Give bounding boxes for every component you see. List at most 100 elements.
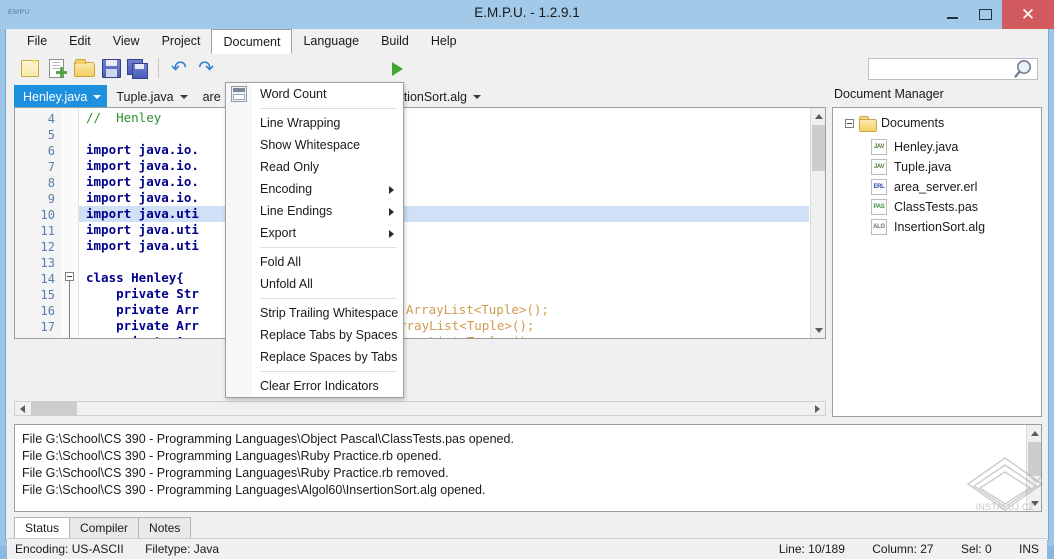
menu-separator bbox=[260, 371, 397, 372]
close-button[interactable]: ✕ bbox=[1002, 0, 1054, 29]
scroll-thumb[interactable] bbox=[1028, 442, 1041, 476]
tab-compiler[interactable]: Compiler bbox=[69, 517, 140, 540]
tree-root-documents[interactable]: Documents bbox=[845, 115, 944, 132]
close-icon: ✕ bbox=[1020, 5, 1036, 24]
line-number-gutter: 4 5 6 7 8 9 10 11 12 13 14 15 16 17 18 1… bbox=[15, 108, 61, 338]
hscroll-thumb[interactable] bbox=[31, 402, 77, 415]
save-all-button[interactable] bbox=[126, 56, 150, 80]
tab-status[interactable]: Status bbox=[14, 517, 71, 540]
menu-item-line-wrapping[interactable]: Line Wrapping bbox=[226, 112, 403, 134]
search-box[interactable] bbox=[868, 58, 1038, 80]
chevron-up-icon bbox=[1031, 431, 1039, 436]
editor-vertical-scrollbar[interactable] bbox=[810, 108, 825, 338]
search-input[interactable] bbox=[869, 59, 1015, 79]
code-text-area[interactable]: // Henley import java.io. import java.io… bbox=[78, 108, 809, 338]
fold-column[interactable] bbox=[61, 108, 79, 338]
application-window: EMPU E.M.P.U. - 1.2.9.1 ✕ File Edit View… bbox=[0, 0, 1054, 559]
menu-item-replace-tabs-by-spaces[interactable]: Replace Tabs by Spaces bbox=[226, 324, 403, 346]
menu-item-read-only[interactable]: Read Only bbox=[226, 156, 403, 178]
menu-item-line-endings[interactable]: Line Endings bbox=[226, 200, 403, 222]
maximize-button[interactable] bbox=[969, 0, 1002, 29]
menu-item-word-count[interactable]: Word Count bbox=[226, 83, 403, 105]
open-file-button[interactable] bbox=[72, 56, 96, 80]
save-button[interactable] bbox=[99, 56, 123, 80]
word-count-icon bbox=[231, 86, 247, 102]
log-vertical-scrollbar[interactable] bbox=[1026, 425, 1041, 511]
chevron-down-icon[interactable] bbox=[472, 94, 481, 99]
scroll-right-button[interactable] bbox=[810, 402, 825, 415]
menu-edit[interactable]: Edit bbox=[58, 29, 102, 53]
log-line: File G:\School\CS 390 - Programming Lang… bbox=[22, 432, 514, 446]
search-icon[interactable] bbox=[1011, 57, 1039, 83]
chevron-left-icon bbox=[20, 405, 25, 413]
menu-separator bbox=[260, 247, 397, 248]
scroll-thumb[interactable] bbox=[812, 125, 825, 171]
menu-view[interactable]: View bbox=[102, 29, 151, 53]
tab-henley-java[interactable]: Henley.java bbox=[14, 85, 108, 107]
pascal-file-icon: PAS bbox=[871, 199, 887, 215]
menu-item-replace-spaces-by-tabs[interactable]: Replace Spaces by Tabs bbox=[226, 346, 403, 368]
scroll-up-button[interactable] bbox=[811, 108, 825, 124]
tree-item-tuple-java[interactable]: JAV Tuple.java bbox=[871, 159, 951, 175]
menu-item-label: Replace Spaces by Tabs bbox=[260, 350, 398, 364]
tab-tuple-java[interactable]: Tuple.java bbox=[107, 85, 194, 107]
status-insert-mode: INS bbox=[1018, 542, 1039, 556]
document-tree[interactable]: Documents JAV Henley.java JAV Tuple.java… bbox=[832, 107, 1042, 417]
tree-item-insertionsort-alg[interactable]: ALG InsertionSort.alg bbox=[871, 219, 985, 235]
scroll-down-button[interactable] bbox=[811, 322, 825, 338]
menu-item-export[interactable]: Export bbox=[226, 222, 403, 244]
menu-item-fold-all[interactable]: Fold All bbox=[226, 251, 403, 273]
minimize-button[interactable] bbox=[936, 0, 969, 29]
output-log-panel[interactable]: File G:\School\CS 390 - Programming Lang… bbox=[14, 424, 1042, 512]
menu-item-label: Encoding bbox=[260, 182, 313, 196]
tab-area-server-erl[interactable]: are bbox=[193, 85, 227, 107]
menu-item-strip-trailing-whitespace[interactable]: Strip Trailing Whitespace bbox=[226, 302, 403, 324]
code-editor[interactable]: 4 5 6 7 8 9 10 11 12 13 14 15 16 17 18 1… bbox=[14, 107, 826, 339]
menu-build[interactable]: Build bbox=[370, 29, 420, 53]
menu-item-label: Line Endings bbox=[260, 204, 333, 218]
scroll-left-button[interactable] bbox=[15, 402, 30, 415]
scroll-down-button[interactable] bbox=[1027, 495, 1041, 511]
menu-item-unfold-all[interactable]: Unfold All bbox=[226, 273, 403, 295]
menu-item-label: Export bbox=[260, 226, 297, 240]
tree-item-classtests-pas[interactable]: PAS ClassTests.pas bbox=[871, 199, 978, 215]
save-all-icon-back bbox=[132, 63, 148, 79]
chevron-down-icon[interactable] bbox=[93, 94, 102, 99]
menu-project[interactable]: Project bbox=[151, 29, 212, 53]
menu-help[interactable]: Help bbox=[420, 29, 468, 53]
redo-button[interactable]: ↶ bbox=[194, 56, 218, 80]
tab-notes[interactable]: Notes bbox=[138, 517, 192, 540]
scroll-up-button[interactable] bbox=[1027, 425, 1041, 441]
tab-insertionsort-alg[interactable]: tionSort.alg bbox=[394, 85, 487, 107]
menu-document[interactable]: Document bbox=[211, 29, 293, 54]
menu-item-show-whitespace[interactable]: Show Whitespace bbox=[226, 134, 403, 156]
code-line: private Arr bbox=[86, 318, 199, 333]
document-dropdown-menu[interactable]: Word Count Line Wrapping Show Whitespace… bbox=[225, 82, 404, 398]
tree-item-area-server-erl[interactable]: ERL area_server.erl bbox=[871, 179, 977, 195]
line-number: 5 bbox=[47, 128, 55, 142]
line-number: 16 bbox=[40, 304, 55, 318]
menu-item-label: Show Whitespace bbox=[260, 138, 361, 152]
status-line: Line: 10/189 bbox=[778, 542, 845, 556]
new-file-button[interactable] bbox=[45, 56, 69, 80]
code-line: class Henley{ bbox=[86, 270, 184, 285]
code-fragment: rrayList<Tuple>(); bbox=[399, 318, 535, 333]
tree-item-henley-java[interactable]: JAV Henley.java bbox=[871, 139, 958, 155]
code-line: private Str bbox=[86, 286, 199, 301]
new-project-button[interactable] bbox=[18, 56, 42, 80]
fold-toggle-class[interactable] bbox=[65, 272, 74, 281]
menu-language[interactable]: Language bbox=[292, 29, 370, 53]
menu-file[interactable]: File bbox=[16, 29, 58, 53]
line-number: 13 bbox=[40, 256, 55, 270]
editor-horizontal-scrollbar[interactable] bbox=[14, 401, 826, 416]
undo-button[interactable]: ↶ bbox=[167, 56, 191, 80]
menu-item-encoding[interactable]: Encoding bbox=[226, 178, 403, 200]
document-manager-title: Document Manager bbox=[834, 87, 944, 101]
line-number: 10 bbox=[40, 208, 55, 222]
run-button[interactable] bbox=[386, 56, 410, 80]
chevron-down-icon[interactable] bbox=[179, 94, 188, 99]
collapse-icon[interactable] bbox=[845, 118, 854, 128]
window-controls: ✕ bbox=[936, 0, 1054, 29]
menu-item-clear-error-indicators[interactable]: Clear Error Indicators bbox=[226, 375, 403, 397]
status-left-group: Encoding: US-ASCII Filetype: Java bbox=[15, 542, 237, 556]
